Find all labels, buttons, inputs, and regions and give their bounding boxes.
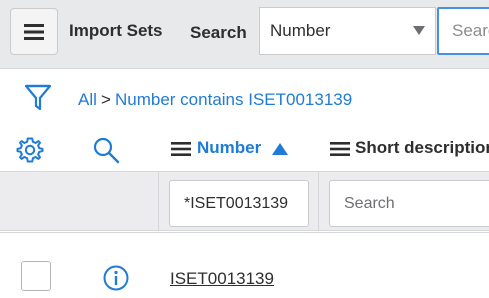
search-field-select[interactable]: Number bbox=[259, 7, 436, 55]
info-icon[interactable] bbox=[103, 265, 129, 291]
breadcrumb-all-link[interactable]: All bbox=[78, 90, 97, 110]
column-divider bbox=[318, 172, 319, 231]
search-input[interactable] bbox=[437, 7, 489, 55]
sort-ascending-icon[interactable] bbox=[272, 143, 288, 155]
column-header-row: Number Short description bbox=[0, 126, 489, 171]
column-menu-icon[interactable] bbox=[171, 142, 191, 156]
search-label: Search bbox=[190, 23, 247, 42]
list-header-bar: Import Sets Search Number bbox=[0, 0, 489, 69]
column-header-number[interactable]: Number bbox=[197, 138, 261, 158]
search-field-value: Number bbox=[270, 21, 331, 40]
number-filter-input[interactable] bbox=[169, 180, 309, 227]
row-checkbox[interactable] bbox=[21, 261, 51, 291]
list-title: Import Sets bbox=[69, 21, 163, 40]
record-number-link[interactable]: ISET0013139 bbox=[170, 269, 274, 289]
hamburger-menu-icon bbox=[24, 23, 44, 40]
column-header-short-description[interactable]: Short description bbox=[355, 138, 489, 158]
short-description-filter-input[interactable] bbox=[329, 180, 489, 227]
dropdown-caret-icon bbox=[413, 26, 425, 35]
list-menu-button[interactable] bbox=[10, 8, 58, 55]
gear-icon[interactable] bbox=[16, 136, 44, 164]
breadcrumb-condition-link[interactable]: Number contains ISET0013139 bbox=[115, 90, 352, 110]
funnel-filter-icon[interactable] bbox=[24, 83, 52, 113]
breadcrumb-separator: > bbox=[101, 90, 111, 109]
magnifier-icon[interactable] bbox=[92, 136, 120, 164]
column-menu-icon[interactable] bbox=[330, 142, 350, 156]
breadcrumb: All > Number contains ISET0013139 bbox=[0, 70, 489, 126]
column-filter-row bbox=[0, 171, 489, 231]
table-row: ISET0013139 bbox=[0, 232, 489, 298]
column-divider bbox=[158, 172, 159, 231]
